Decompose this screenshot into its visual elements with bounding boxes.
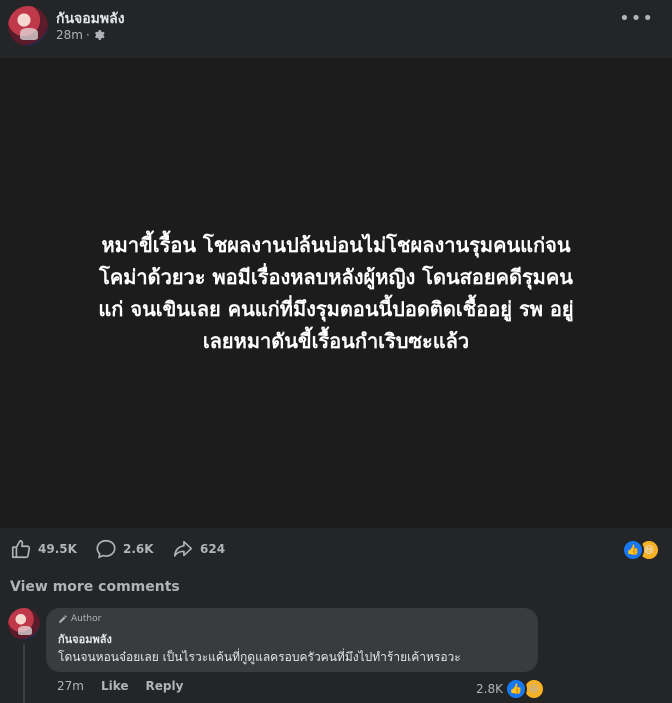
post-line: เลยหมาดันขี้เรื้อนกำเริบซะแล้ว [202,329,470,353]
thread-line [23,644,25,703]
gear-icon [94,30,105,40]
page-avatar[interactable] [8,6,48,46]
post-body: หมาขี้เรื้อน โชผลงานปล้นบ่อนไม่โชผลงานรุ… [36,229,636,357]
post-action-bar: 49.5K 2.6K 624 👍 😆 [0,528,672,570]
pencil-icon [59,615,67,623]
post-text-image[interactable]: หมาขี้เรื้อน โชผลงานปล้นบ่อนไม่โชผลงานรุ… [0,58,672,528]
comment-author[interactable]: กันจอมพลัง [58,630,112,648]
post-line: แก่ จนเขินเลย คนแก่ที่มึงรุมตอนนี้ปอดติด… [98,297,574,321]
comment-like-button[interactable]: Like [101,679,129,693]
post-line: โคม่าด้วยวะ พอมีเรื่องหลบหลังผู้หญิง โดน… [99,265,573,289]
comment-reactions[interactable]: 2.8K 👍 😆 [476,678,545,700]
post-meta: 28m · [56,28,105,42]
comment-count: 2.6K [123,542,154,556]
like-count: 49.5K [38,542,77,556]
reaction-summary[interactable]: 👍 😆 [622,539,660,561]
comment-button[interactable]: 2.6K [95,538,154,560]
thumbs-up-icon [11,539,31,559]
comment-avatar[interactable] [8,608,40,640]
like-button[interactable]: 49.5K [10,538,77,560]
share-count: 624 [200,542,226,556]
view-more-comments-link[interactable]: View more comments [10,579,180,595]
post-header: กันจอมพลัง 28m · ••• [0,0,672,58]
comment-time[interactable]: 27m [57,679,84,693]
comment-reaction-count: 2.8K [476,682,503,696]
comment-text: โดนจนหอนจ๋อยเลย เป็นไรวะแค้นที่กูดูแลครอ… [58,650,461,664]
meta-separator: · [85,28,90,42]
comment-actions: 27m Like Reply [57,679,183,693]
comment-reply-button[interactable]: Reply [146,679,184,693]
share-button[interactable]: 624 [172,538,225,560]
author-badge: Author [58,614,101,624]
speech-bubble-icon [96,539,116,559]
like-reaction-icon: 👍 [622,539,644,561]
page-name[interactable]: กันจอมพลัง [56,8,125,30]
author-badge-label: Author [71,614,102,624]
comment-bubble: Author กันจอมพลัง โดนจนหอนจ๋อยเลย เป็นไร… [46,608,538,672]
post-time[interactable]: 28m [56,28,83,42]
like-reaction-icon: 👍 [504,678,527,700]
more-options-icon[interactable]: ••• [619,8,654,29]
post-line: หมาขี้เรื้อน โชผลงานปล้นบ่อนไม่โชผลงานรุ… [101,233,571,257]
share-arrow-icon [173,540,193,557]
